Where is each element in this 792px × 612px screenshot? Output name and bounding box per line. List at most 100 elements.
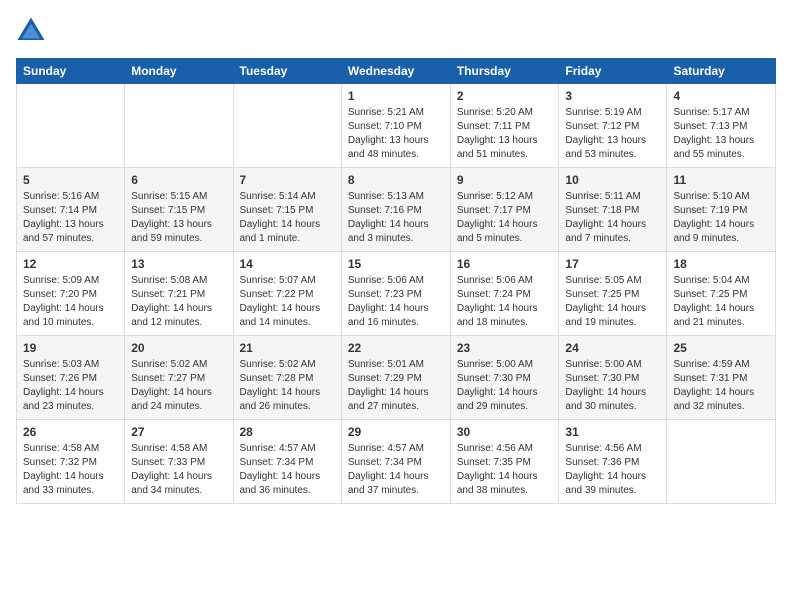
calendar-cell: 17Sunrise: 5:05 AM Sunset: 7:25 PM Dayli…: [559, 252, 667, 336]
day-number: 16: [457, 257, 553, 271]
calendar-cell: [125, 84, 233, 168]
day-number: 31: [565, 425, 660, 439]
day-info: Sunrise: 5:06 AM Sunset: 7:24 PM Dayligh…: [457, 274, 553, 330]
calendar-week-row-5: 26 Sunrise: 4:58 AM Sunset: 7:32 PM Dayli…: [17, 420, 776, 504]
day-info: Sunrise: 5:05 AM Sunset: 7:25 PM Dayligh…: [565, 274, 660, 330]
calendar-cell: 7 Sunrise: 5:14 AM Sunset: 7:15 PM Daylig…: [233, 168, 341, 252]
day-info: Sunrise: 4:57 AM Sunset: 7:34 PM Dayligh…: [240, 442, 335, 498]
day-number: 30: [457, 425, 553, 439]
calendar-cell: 24Sunrise: 5:00 AM Sunset: 7:30 PM Dayli…: [559, 336, 667, 420]
weekday-header-tuesday: Tuesday: [233, 59, 341, 84]
calendar-week-row-1: 1 Sunrise: 5:21 AM Sunset: 7:10 PM Daylig…: [17, 84, 776, 168]
day-number: 9: [457, 173, 553, 187]
day-info: Sunrise: 5:13 AM Sunset: 7:16 PM Dayligh…: [348, 190, 444, 246]
day-info: Sunrise: 5:21 AM Sunset: 7:10 PM Dayligh…: [348, 106, 444, 162]
day-info: Sunrise: 5:00 AM Sunset: 7:30 PM Dayligh…: [457, 358, 553, 414]
calendar-cell: [17, 84, 125, 168]
logo-icon: [16, 16, 46, 46]
calendar-body: 1 Sunrise: 5:21 AM Sunset: 7:10 PM Daylig…: [17, 84, 776, 504]
calendar-cell: 3 Sunrise: 5:19 AM Sunset: 7:12 PM Daylig…: [559, 84, 667, 168]
weekday-header-wednesday: Wednesday: [341, 59, 450, 84]
calendar-cell: 9 Sunrise: 5:12 AM Sunset: 7:17 PM Daylig…: [450, 168, 559, 252]
day-number: 23: [457, 341, 553, 355]
calendar-cell: 20 Sunrise: 5:02 AM Sunset: 7:27 PM Dayli…: [125, 336, 233, 420]
calendar-cell: 4 Sunrise: 5:17 AM Sunset: 7:13 PM Daylig…: [667, 84, 776, 168]
day-number: 5: [23, 173, 118, 187]
calendar-cell: 27 Sunrise: 4:58 AM Sunset: 7:33 PM Dayli…: [125, 420, 233, 504]
day-number: 3: [565, 89, 660, 103]
day-info: Sunrise: 5:06 AM Sunset: 7:23 PM Dayligh…: [348, 274, 444, 330]
day-number: 12: [23, 257, 118, 271]
calendar-table: SundayMondayTuesdayWednesdayThursdayFrid…: [16, 58, 776, 504]
day-number: 26: [23, 425, 118, 439]
day-info: Sunrise: 5:03 AM Sunset: 7:26 PM Dayligh…: [23, 358, 118, 414]
day-info: Sunrise: 5:12 AM Sunset: 7:17 PM Dayligh…: [457, 190, 553, 246]
calendar-week-row-3: 12Sunrise: 5:09 AM Sunset: 7:20 PM Dayli…: [17, 252, 776, 336]
day-number: 22: [348, 341, 444, 355]
calendar-cell: 30 Sunrise: 4:56 AM Sunset: 7:35 PM Dayli…: [450, 420, 559, 504]
calendar-cell: 12Sunrise: 5:09 AM Sunset: 7:20 PM Dayli…: [17, 252, 125, 336]
calendar-cell: 10Sunrise: 5:11 AM Sunset: 7:18 PM Dayli…: [559, 168, 667, 252]
day-info: Sunrise: 5:17 AM Sunset: 7:13 PM Dayligh…: [673, 106, 769, 162]
day-number: 8: [348, 173, 444, 187]
calendar-cell: 19 Sunrise: 5:03 AM Sunset: 7:26 PM Dayli…: [17, 336, 125, 420]
day-info: Sunrise: 5:14 AM Sunset: 7:15 PM Dayligh…: [240, 190, 335, 246]
weekday-header-row: SundayMondayTuesdayWednesdayThursdayFrid…: [17, 59, 776, 84]
calendar-cell: 29 Sunrise: 4:57 AM Sunset: 7:34 PM Dayli…: [341, 420, 450, 504]
day-number: 2: [457, 89, 553, 103]
day-number: 14: [240, 257, 335, 271]
logo: [16, 16, 50, 46]
calendar-cell: 26 Sunrise: 4:58 AM Sunset: 7:32 PM Dayli…: [17, 420, 125, 504]
day-info: Sunrise: 5:19 AM Sunset: 7:12 PM Dayligh…: [565, 106, 660, 162]
calendar-cell: 1 Sunrise: 5:21 AM Sunset: 7:10 PM Daylig…: [341, 84, 450, 168]
weekday-header-friday: Friday: [559, 59, 667, 84]
calendar-cell: 5Sunrise: 5:16 AM Sunset: 7:14 PM Daylig…: [17, 168, 125, 252]
calendar-week-row-4: 19 Sunrise: 5:03 AM Sunset: 7:26 PM Dayli…: [17, 336, 776, 420]
weekday-header-sunday: Sunday: [17, 59, 125, 84]
calendar-cell: 2 Sunrise: 5:20 AM Sunset: 7:11 PM Daylig…: [450, 84, 559, 168]
day-info: Sunrise: 5:10 AM Sunset: 7:19 PM Dayligh…: [673, 190, 769, 246]
calendar-cell: 22 Sunrise: 5:01 AM Sunset: 7:29 PM Dayli…: [341, 336, 450, 420]
day-info: Sunrise: 5:00 AM Sunset: 7:30 PM Dayligh…: [565, 358, 660, 414]
day-info: Sunrise: 4:59 AM Sunset: 7:31 PM Dayligh…: [673, 358, 769, 414]
day-number: 13: [131, 257, 226, 271]
day-info: Sunrise: 4:56 AM Sunset: 7:35 PM Dayligh…: [457, 442, 553, 498]
day-info: Sunrise: 4:56 AM Sunset: 7:36 PM Dayligh…: [565, 442, 660, 498]
day-number: 19: [23, 341, 118, 355]
day-info: Sunrise: 5:02 AM Sunset: 7:27 PM Dayligh…: [131, 358, 226, 414]
calendar-cell: 11 Sunrise: 5:10 AM Sunset: 7:19 PM Dayli…: [667, 168, 776, 252]
day-info: Sunrise: 5:02 AM Sunset: 7:28 PM Dayligh…: [240, 358, 335, 414]
day-number: 21: [240, 341, 335, 355]
calendar-cell: 14 Sunrise: 5:07 AM Sunset: 7:22 PM Dayli…: [233, 252, 341, 336]
day-info: Sunrise: 5:07 AM Sunset: 7:22 PM Dayligh…: [240, 274, 335, 330]
day-number: 20: [131, 341, 226, 355]
day-number: 18: [673, 257, 769, 271]
day-number: 11: [673, 173, 769, 187]
calendar-cell: [667, 420, 776, 504]
day-number: 28: [240, 425, 335, 439]
weekday-header-saturday: Saturday: [667, 59, 776, 84]
day-number: 1: [348, 89, 444, 103]
calendar-cell: 21 Sunrise: 5:02 AM Sunset: 7:28 PM Dayli…: [233, 336, 341, 420]
day-info: Sunrise: 5:20 AM Sunset: 7:11 PM Dayligh…: [457, 106, 553, 162]
day-info: Sunrise: 5:01 AM Sunset: 7:29 PM Dayligh…: [348, 358, 444, 414]
day-info: Sunrise: 5:08 AM Sunset: 7:21 PM Dayligh…: [131, 274, 226, 330]
day-number: 27: [131, 425, 226, 439]
day-info: Sunrise: 4:58 AM Sunset: 7:32 PM Dayligh…: [23, 442, 118, 498]
calendar-cell: 28 Sunrise: 4:57 AM Sunset: 7:34 PM Dayli…: [233, 420, 341, 504]
day-info: Sunrise: 4:57 AM Sunset: 7:34 PM Dayligh…: [348, 442, 444, 498]
calendar-cell: 8 Sunrise: 5:13 AM Sunset: 7:16 PM Daylig…: [341, 168, 450, 252]
day-info: Sunrise: 4:58 AM Sunset: 7:33 PM Dayligh…: [131, 442, 226, 498]
page-header: [16, 16, 776, 46]
day-info: Sunrise: 5:11 AM Sunset: 7:18 PM Dayligh…: [565, 190, 660, 246]
calendar-cell: 16 Sunrise: 5:06 AM Sunset: 7:24 PM Dayli…: [450, 252, 559, 336]
calendar-cell: 23 Sunrise: 5:00 AM Sunset: 7:30 PM Dayli…: [450, 336, 559, 420]
calendar-cell: [233, 84, 341, 168]
calendar-cell: 13 Sunrise: 5:08 AM Sunset: 7:21 PM Dayli…: [125, 252, 233, 336]
day-number: 7: [240, 173, 335, 187]
day-number: 25: [673, 341, 769, 355]
calendar-cell: 6Sunrise: 5:15 AM Sunset: 7:15 PM Daylig…: [125, 168, 233, 252]
day-number: 29: [348, 425, 444, 439]
calendar-cell: 18Sunrise: 5:04 AM Sunset: 7:25 PM Dayli…: [667, 252, 776, 336]
day-number: 4: [673, 89, 769, 103]
